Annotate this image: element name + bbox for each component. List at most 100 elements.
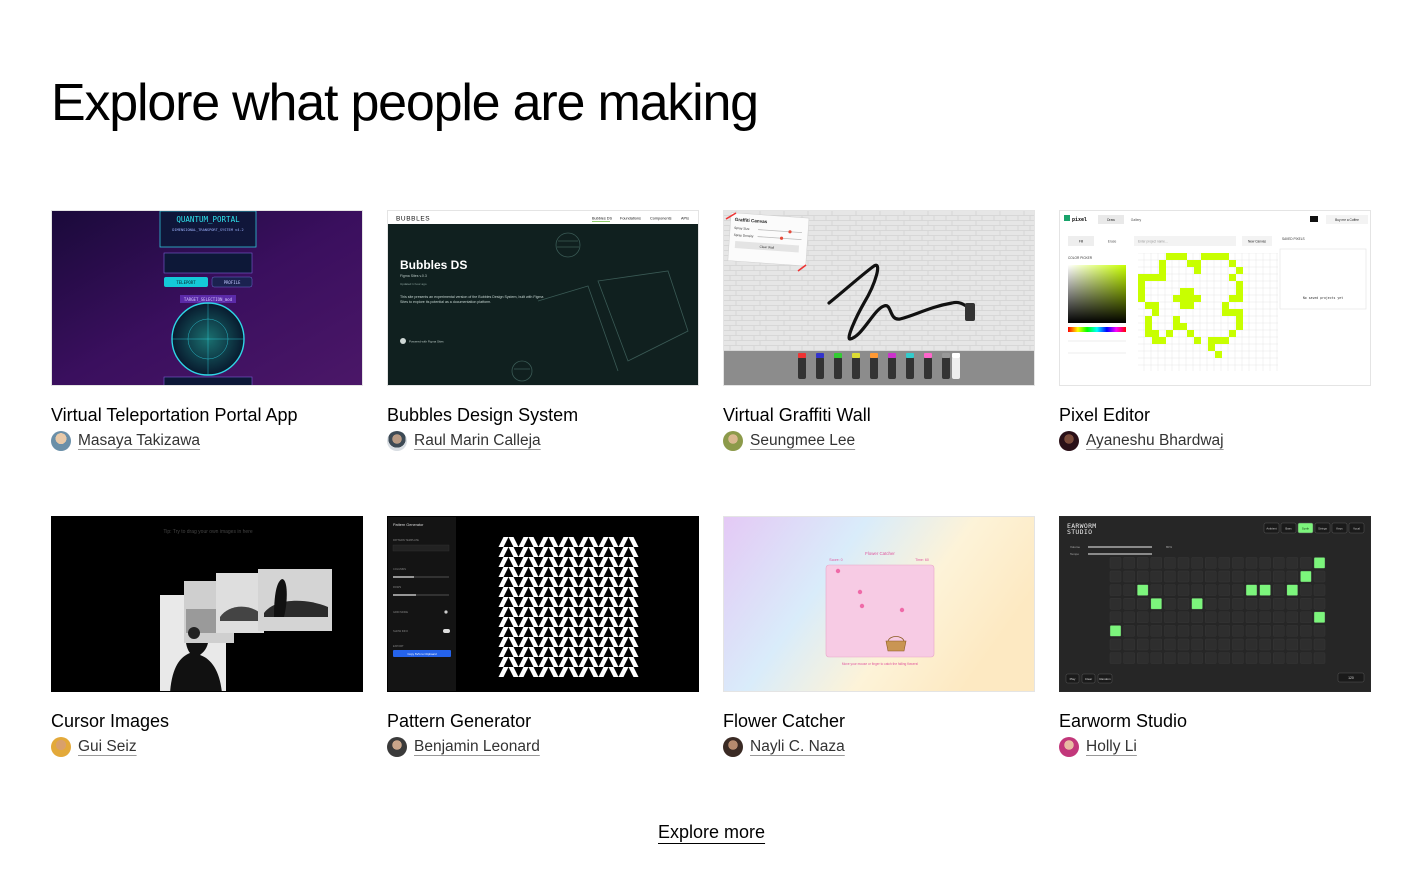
project-title[interactable]: Pixel Editor: [1059, 404, 1371, 426]
sequencer-step[interactable]: [1204, 652, 1217, 664]
sequencer-step[interactable]: [1245, 557, 1258, 569]
sequencer-step[interactable]: [1150, 584, 1163, 596]
pixel-cell[interactable]: [1180, 323, 1187, 330]
sequencer-step[interactable]: [1191, 625, 1203, 637]
sequencer-step[interactable]: [1204, 625, 1217, 637]
sequencer-step[interactable]: [1136, 625, 1149, 637]
sequencer-step[interactable]: [1204, 611, 1217, 624]
sequencer-step[interactable]: [1232, 570, 1244, 583]
sequencer-step[interactable]: [1272, 611, 1285, 624]
author-link[interactable]: Holly Li: [1086, 738, 1137, 756]
bubbles-nav-foundations[interactable]: Foundations: [620, 217, 641, 221]
sequencer-step[interactable]: [1177, 584, 1190, 596]
sequencer-step[interactable]: [1191, 652, 1203, 664]
pixel-cell[interactable]: [1166, 330, 1173, 337]
new-canvas-button[interactable]: New Canvas: [1248, 240, 1266, 244]
pixel-cell[interactable]: [1194, 337, 1201, 344]
pixel-cell[interactable]: [1187, 295, 1194, 302]
sequencer-step[interactable]: [1245, 652, 1258, 664]
pixel-cell[interactable]: [1187, 302, 1194, 309]
sequencer-step[interactable]: [1123, 638, 1135, 651]
sequencer-step[interactable]: [1150, 597, 1163, 610]
pixel-cell[interactable]: [1138, 281, 1145, 288]
pixel-cell[interactable]: [1201, 253, 1208, 260]
sequencer-step[interactable]: [1259, 584, 1271, 596]
pixel-cell[interactable]: [1138, 288, 1145, 295]
pixel-cell[interactable]: [1152, 274, 1159, 281]
project-thumbnail[interactable]: EARWORM STUDIO Ambient Bass Synth Strings Ke…: [1059, 516, 1371, 692]
pixel-cell[interactable]: [1236, 295, 1243, 302]
sequencer-step[interactable]: [1313, 638, 1326, 651]
sequencer-step[interactable]: [1272, 625, 1285, 637]
sequencer-step[interactable]: [1272, 557, 1285, 569]
sequencer-step[interactable]: [1191, 638, 1203, 651]
project-card-bubbles[interactable]: BUBBLES Bubbles DS Foundations Component…: [387, 210, 699, 451]
sequencer-step[interactable]: [1245, 584, 1258, 596]
project-title[interactable]: Flower Catcher: [723, 710, 1035, 732]
pixel-cell[interactable]: [1145, 316, 1152, 323]
pixel-cell[interactable]: [1236, 281, 1243, 288]
sequencer-step[interactable]: [1191, 597, 1203, 610]
project-title[interactable]: Cursor Images: [51, 710, 363, 732]
pixel-cell[interactable]: [1194, 260, 1201, 267]
tool-fill[interactable]: Fill: [1079, 240, 1083, 244]
sequencer-step[interactable]: [1272, 597, 1285, 610]
pixel-cell[interactable]: [1215, 337, 1222, 344]
tab-draw[interactable]: Draw: [1107, 218, 1115, 222]
sequencer-step[interactable]: [1150, 638, 1163, 651]
pixel-cell[interactable]: [1145, 323, 1152, 330]
sequencer-step[interactable]: [1136, 557, 1149, 569]
pixel-cell[interactable]: [1173, 295, 1180, 302]
project-name-input[interactable]: Enter project name...: [1138, 240, 1168, 244]
sequencer-step[interactable]: [1136, 584, 1149, 596]
pixel-cell[interactable]: [1187, 330, 1194, 337]
pixel-cell[interactable]: [1159, 337, 1166, 344]
sequencer-step[interactable]: [1136, 611, 1149, 624]
pixel-cell[interactable]: [1229, 260, 1236, 267]
sequencer-step[interactable]: [1150, 570, 1163, 583]
sequencer-step[interactable]: [1109, 584, 1122, 596]
sequencer-step[interactable]: [1218, 625, 1231, 637]
pixel-cell[interactable]: [1236, 309, 1243, 316]
sequencer-step[interactable]: [1286, 611, 1299, 624]
project-author[interactable]: Seungmee Lee: [723, 431, 1035, 451]
pixel-cell[interactable]: [1180, 288, 1187, 295]
sequencer-step[interactable]: [1204, 638, 1217, 651]
sequencer-step[interactable]: [1218, 638, 1231, 651]
project-card-pattern-generator[interactable]: Pattern Generator PATTERN TEMPLATE COLUM…: [387, 516, 699, 757]
sequencer-step[interactable]: [1218, 597, 1231, 610]
project-title[interactable]: Virtual Graffiti Wall: [723, 404, 1035, 426]
sequencer-step[interactable]: [1136, 570, 1149, 583]
pixel-cell[interactable]: [1173, 316, 1180, 323]
pixel-cell[interactable]: [1152, 330, 1159, 337]
sequencer-step[interactable]: [1259, 557, 1271, 569]
sequencer-step[interactable]: [1313, 597, 1326, 610]
author-link[interactable]: Raul Marin Calleja: [414, 432, 541, 450]
project-thumbnail[interactable]: Tip: Try to drag your own images in here: [51, 516, 363, 692]
sequencer-step[interactable]: [1232, 625, 1244, 637]
pixel-cell[interactable]: [1208, 344, 1215, 351]
sequencer-step[interactable]: [1245, 638, 1258, 651]
project-card-pixel-editor[interactable]: pixel Draw Gallery Buy me a Coffee Fill …: [1059, 210, 1371, 451]
project-author[interactable]: Raul Marin Calleja: [387, 431, 699, 451]
sequencer-step[interactable]: [1136, 638, 1149, 651]
pixel-cell[interactable]: [1222, 337, 1229, 344]
sequencer-step[interactable]: [1109, 570, 1122, 583]
pixel-cell[interactable]: [1166, 253, 1173, 260]
sequencer-step[interactable]: [1218, 584, 1231, 596]
project-author[interactable]: Nayli C. Naza: [723, 737, 1035, 757]
sequencer-step[interactable]: [1259, 652, 1271, 664]
sequencer-step[interactable]: [1300, 625, 1312, 637]
sequencer-step[interactable]: [1259, 611, 1271, 624]
sequencer-step[interactable]: [1191, 584, 1203, 596]
sequencer-step[interactable]: [1109, 597, 1122, 610]
sequencer-step[interactable]: [1177, 557, 1190, 569]
project-card-portal[interactable]: QUANTUM_PORTAL DIMENSIONAL_TRANSPORT_SYS…: [51, 210, 363, 451]
sequencer-step[interactable]: [1300, 584, 1312, 596]
project-thumbnail[interactable]: QUANTUM_PORTAL DIMENSIONAL_TRANSPORT_SYS…: [51, 210, 363, 386]
pixel-cell[interactable]: [1173, 253, 1180, 260]
sequencer-step[interactable]: [1300, 570, 1312, 583]
project-title[interactable]: Virtual Teleportation Portal App: [51, 404, 363, 426]
project-thumbnail[interactable]: BUBBLES Bubbles DS Foundations Component…: [387, 210, 699, 386]
sequencer-step[interactable]: [1177, 638, 1190, 651]
